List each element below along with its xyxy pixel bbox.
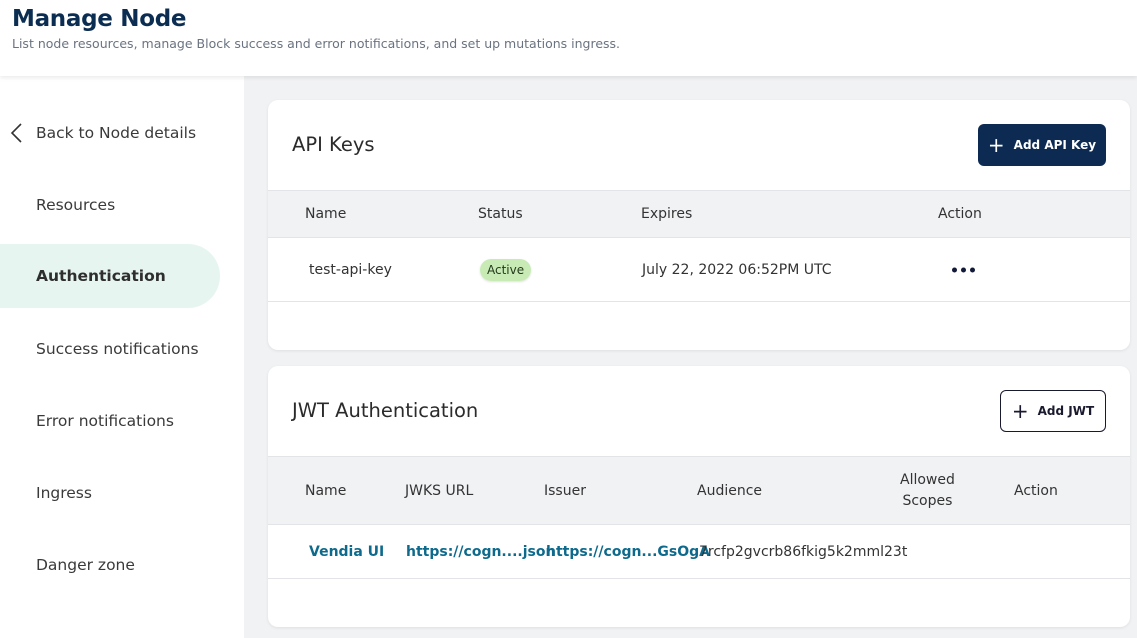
sidebar-item-resources[interactable]: Resources (0, 173, 220, 237)
sidebar-item-ingress[interactable]: Ingress (0, 461, 220, 525)
chevron-left-icon (10, 123, 22, 143)
jwt-title: JWT Authentication (292, 399, 479, 422)
column-header-allowed-scopes: Allowed Scopes (900, 470, 955, 512)
column-header-action: Action (938, 206, 982, 222)
allowed-scopes-line2: Scopes (902, 492, 953, 509)
page-subtitle: List node resources, manage Block succes… (12, 36, 621, 51)
sidebar: Back to Node details Resources Authentic… (0, 76, 244, 638)
column-header-audience: Audience (697, 482, 763, 499)
sidebar-item-danger-zone[interactable]: Danger zone (0, 533, 220, 597)
allowed-scopes-line1: Allowed (900, 471, 955, 488)
sidebar-item-success-notifications[interactable]: Success notifications (0, 317, 220, 381)
jwt-table-header: Name JWKS URL Issuer Audience Allowed Sc… (268, 456, 1130, 525)
column-header-issuer: Issuer (544, 482, 586, 499)
add-api-key-button[interactable]: + Add API Key (978, 124, 1106, 166)
column-header-status: Status (478, 206, 523, 222)
api-keys-title: API Keys (292, 133, 375, 156)
issuer-link[interactable]: https://cogn...GsOgA (546, 544, 710, 560)
api-keys-table-header: Name Status Expires Action (268, 190, 1130, 238)
plus-icon: + (987, 133, 1005, 157)
api-key-expires: July 22, 2022 06:52PM UTC (642, 261, 832, 278)
sidebar-item-label: Resources (36, 196, 116, 214)
table-row: test-api-key Active July 22, 2022 06:52P… (268, 238, 1130, 302)
table-row: Vendia UI https://cogn....json https://c… (268, 525, 1130, 579)
add-jwt-label: Add JWT (1037, 404, 1095, 418)
api-key-name: test-api-key (309, 261, 392, 278)
jwt-name-link[interactable]: Vendia UI (309, 544, 384, 560)
sidebar-item-label: Danger zone (36, 556, 135, 574)
sidebar-item-error-notifications[interactable]: Error notifications (0, 389, 220, 453)
add-api-key-label: Add API Key (1013, 138, 1097, 152)
status-badge: Active (480, 258, 532, 281)
column-header-jwks-url: JWKS URL (405, 482, 474, 499)
ellipsis-icon (948, 263, 979, 276)
jwt-audience: 7rcfp2gvcrb86fkig5k2mml23t (699, 543, 908, 560)
sidebar-item-authentication[interactable]: Authentication (0, 244, 220, 308)
column-header-expires: Expires (641, 206, 693, 222)
status-badge-label: Active (480, 258, 532, 281)
page-header: Manage Node List node resources, manage … (0, 0, 1137, 76)
back-label: Back to Node details (36, 124, 197, 142)
column-header-action: Action (1014, 482, 1058, 499)
jwt-authentication-card: JWT Authentication + Add JWT Name JWKS U… (268, 366, 1130, 627)
column-header-name: Name (305, 206, 347, 222)
api-keys-card: API Keys + Add API Key Name Status Expir… (268, 100, 1130, 350)
page-title: Manage Node (12, 6, 187, 32)
back-to-node-details-link[interactable]: Back to Node details (0, 101, 220, 165)
jwks-url-link[interactable]: https://cogn....json (406, 544, 555, 560)
sidebar-item-label: Success notifications (36, 340, 199, 358)
add-jwt-button[interactable]: + Add JWT (1000, 390, 1106, 432)
sidebar-item-label: Error notifications (36, 412, 174, 430)
plus-icon: + (1011, 399, 1029, 423)
sidebar-item-label: Authentication (36, 267, 166, 285)
row-actions-button[interactable] (948, 263, 979, 276)
sidebar-item-label: Ingress (36, 484, 92, 502)
column-header-name: Name (305, 482, 347, 499)
